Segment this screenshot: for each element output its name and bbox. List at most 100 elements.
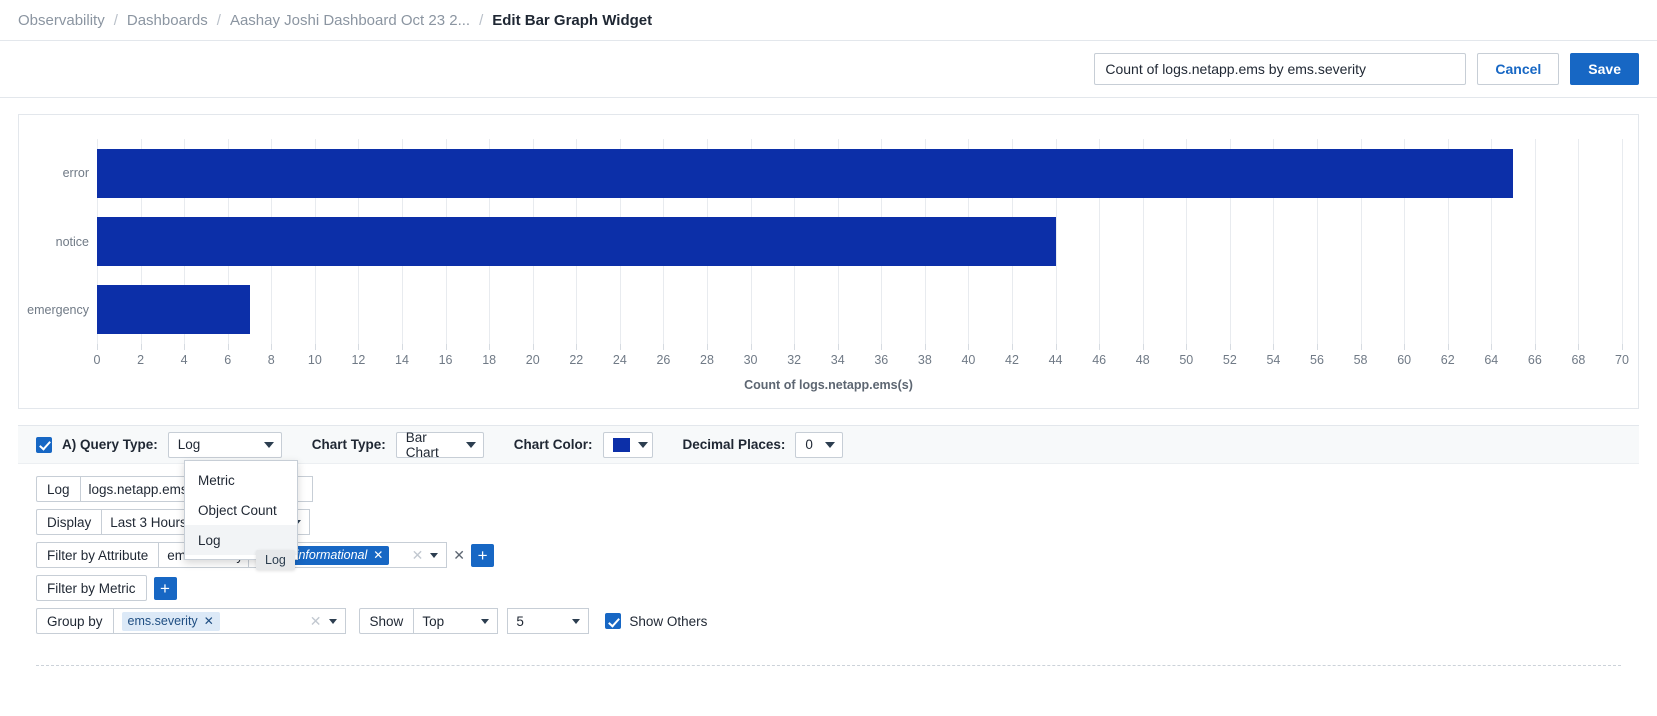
x-axis-tick <box>445 344 447 350</box>
add-attribute-filter-button[interactable]: + <box>471 543 495 567</box>
x-axis-tick-label: 24 <box>612 353 627 367</box>
filter-metric-label: Filter by Metric <box>36 575 147 601</box>
x-axis-tick <box>663 344 665 350</box>
log-row-label: Log <box>36 476 81 502</box>
breadcrumb-item-observability[interactable]: Observability <box>18 12 105 29</box>
group-by-label: Group by <box>36 608 114 634</box>
filter-attribute-label: Filter by Attribute <box>36 542 160 568</box>
x-axis-tick-label: 62 <box>1440 353 1455 367</box>
x-axis-tick-label: 32 <box>787 353 802 367</box>
group-by-chip-remove-icon[interactable]: ✕ <box>204 614 214 628</box>
group-by-chip-label: ems.severity <box>127 614 198 628</box>
x-axis-tick <box>837 344 839 350</box>
menu-item-metric[interactable]: Metric <box>185 465 297 495</box>
x-axis-tick <box>619 344 621 350</box>
chevron-down-icon[interactable] <box>328 618 337 624</box>
query-enabled-checkbox[interactable] <box>36 436 52 453</box>
gridline <box>1622 139 1623 344</box>
group-by-chip[interactable]: ems.severity ✕ <box>121 611 220 631</box>
breadcrumb-item-dashboard-name[interactable]: Aashay Joshi Dashboard Oct 23 2... <box>230 12 470 29</box>
query-panel: A) Query Type: Log Chart Type: Bar Chart… <box>18 425 1639 666</box>
show-count-select[interactable]: 5 <box>507 608 590 634</box>
x-axis-tick <box>1360 344 1362 350</box>
x-axis-tick-label: 56 <box>1310 353 1324 367</box>
x-axis-tick-label: 22 <box>569 353 584 367</box>
widget-title-input[interactable] <box>1094 53 1467 85</box>
decimal-places-label: Decimal Places: <box>682 437 786 452</box>
log-source-value: logs.netapp.ems <box>88 481 188 497</box>
x-axis-tick <box>1534 344 1536 350</box>
bar-error[interactable] <box>97 148 1514 198</box>
x-axis-tick-label: 6 <box>224 353 232 367</box>
breadcrumb-item-current: Edit Bar Graph Widget <box>492 11 653 29</box>
section-divider <box>36 665 1621 666</box>
chevron-down-icon[interactable] <box>430 552 439 558</box>
x-axis-tick <box>794 344 796 350</box>
x-axis: 0 2 4 6 8 10 12 14 16 18 20 22 24 26 28 30 32 34 36 38 40 42 4… <box>93 344 1629 367</box>
breadcrumb-separator: / <box>479 11 484 29</box>
group-by-field[interactable]: ems.severity ✕ ✕ <box>113 608 346 634</box>
y-axis-category-label: emergency <box>27 302 89 317</box>
x-axis-tick-label: 30 <box>743 353 758 367</box>
x-axis-tick-label: 42 <box>1005 353 1019 367</box>
x-axis-tick-label: 0 <box>93 353 101 367</box>
x-axis-tick-label: 66 <box>1527 353 1542 367</box>
show-others-label: Show Others <box>629 613 708 629</box>
x-axis-tick <box>184 344 186 350</box>
show-count-value: 5 <box>516 613 524 629</box>
x-axis-tick <box>750 344 752 350</box>
breadcrumb-item-dashboards[interactable]: Dashboards <box>127 12 208 29</box>
menu-item-object-count[interactable]: Object Count <box>185 495 297 525</box>
query-type-dropdown-menu[interactable]: Metric Object Count Log <box>184 460 298 560</box>
clear-field-icon[interactable]: ✕ <box>412 547 424 564</box>
chart-type-value: Bar Chart <box>405 429 439 460</box>
chevron-down-icon <box>263 441 274 448</box>
query-options-row: A) Query Type: Log Chart Type: Bar Chart… <box>18 426 1639 464</box>
chip-remove-icon[interactable]: ✕ <box>373 548 383 562</box>
add-metric-filter-button[interactable]: + <box>153 576 177 600</box>
bar-emergency[interactable] <box>97 285 250 335</box>
x-axis-tick-label: 58 <box>1353 353 1368 367</box>
x-axis-tick <box>271 344 273 350</box>
y-axis-labels: error notice emergency <box>19 139 97 344</box>
x-axis-tick <box>1404 344 1406 350</box>
chart-color-select[interactable] <box>602 431 653 458</box>
gridline <box>1578 139 1580 344</box>
x-axis-tick-label: 20 <box>525 353 540 367</box>
x-axis-tick-label: 48 <box>1135 353 1150 367</box>
query-type-select[interactable]: Log <box>167 431 282 458</box>
chip-label: informational <box>295 548 368 562</box>
x-axis-tick-label: 54 <box>1266 353 1281 367</box>
x-axis-tick <box>1099 344 1101 350</box>
display-row-label: Display <box>36 509 103 535</box>
bar-chart: error notice emergency 0 2 4 6 8 10 12 14 16 18 20 22… <box>19 115 1638 408</box>
color-swatch <box>612 437 630 452</box>
x-axis-tick-label: 70 <box>1615 353 1629 367</box>
show-label: Show <box>358 608 415 634</box>
x-axis-tick-label: 52 <box>1222 353 1237 367</box>
x-axis-tick-label: 2 <box>137 353 145 367</box>
x-axis-tick-label: 16 <box>438 353 453 367</box>
cancel-button[interactable]: Cancel <box>1477 53 1560 85</box>
x-axis-tick-label: 38 <box>917 353 932 367</box>
save-button[interactable]: Save <box>1570 53 1639 85</box>
x-axis-tick-label: 40 <box>961 353 976 367</box>
chart-type-select[interactable]: Bar Chart <box>395 429 484 460</box>
x-axis-tick-label: 4 <box>180 353 188 367</box>
filter-metric-row: Filter by Metric + <box>36 575 1621 601</box>
remove-filter-icon[interactable]: ✕ <box>447 547 471 564</box>
clear-group-by-icon[interactable]: ✕ <box>310 613 322 630</box>
chart-color-label: Chart Color: <box>513 437 593 452</box>
chevron-down-icon[interactable] <box>572 618 581 624</box>
show-others-checkbox[interactable] <box>605 613 622 629</box>
x-axis-tick-label: 60 <box>1397 353 1412 367</box>
display-range-value: Last 3 Hours <box>110 514 187 530</box>
bar-notice[interactable] <box>97 217 1056 266</box>
x-axis-tick-label: 14 <box>395 353 409 367</box>
show-mode-select[interactable]: Top <box>414 608 499 634</box>
x-axis-title: Count of logs.netapp.ems(s) <box>744 378 913 392</box>
x-axis-tick-label: 12 <box>351 353 366 367</box>
chevron-down-icon[interactable] <box>481 618 490 624</box>
decimal-places-select[interactable]: 0 <box>795 431 844 458</box>
breadcrumb-separator: / <box>216 11 221 29</box>
